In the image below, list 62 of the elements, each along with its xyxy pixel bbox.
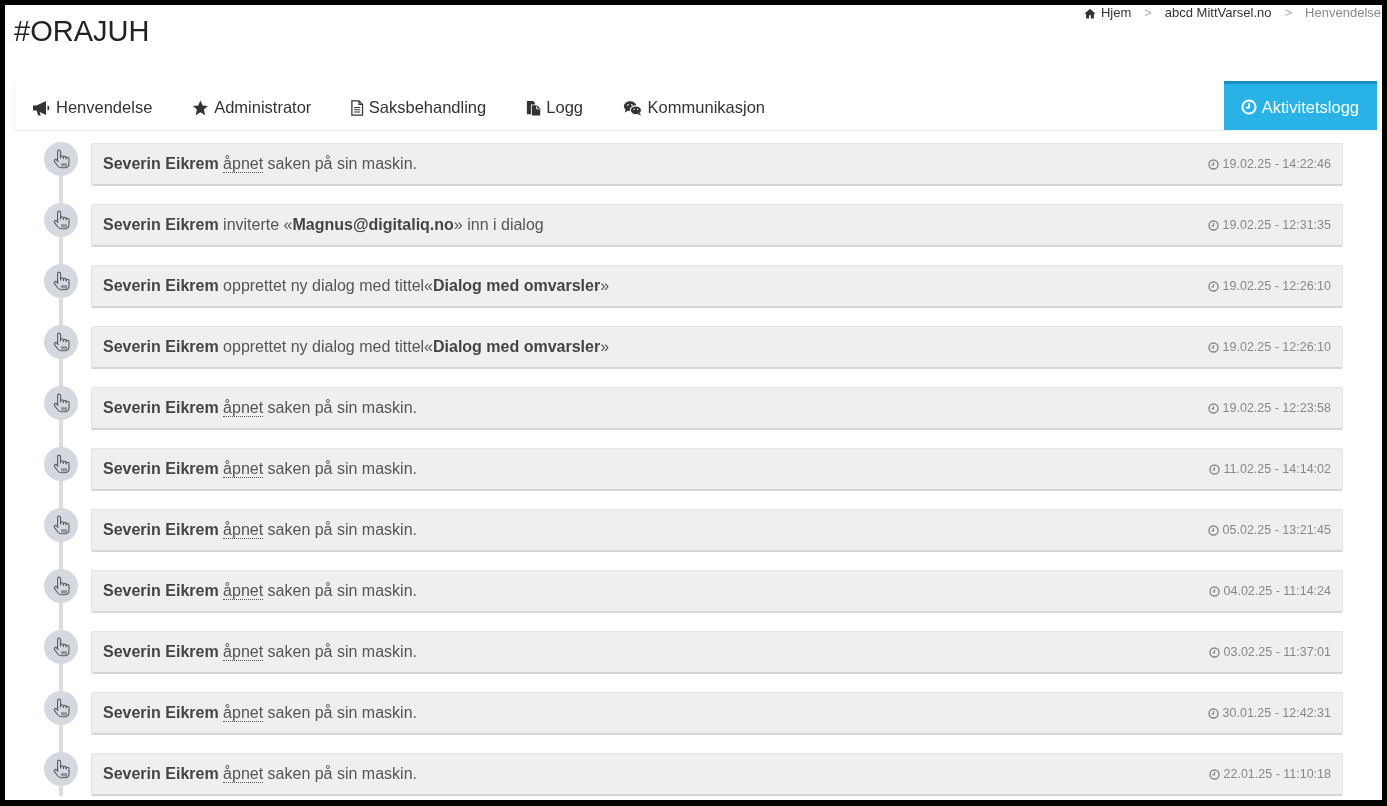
tab[interactable]: Henvendelse [15, 82, 173, 130]
tab[interactable]: Logg [509, 82, 604, 130]
hand-pointer-icon [44, 142, 78, 176]
clock-icon [1207, 707, 1219, 719]
timestamp: 19.02.25 - 12:26:10 [1222, 277, 1331, 295]
clock-icon [1207, 219, 1219, 231]
chat-bubbles-icon [623, 99, 643, 116]
hand-pointer-icon [44, 691, 78, 725]
activity-message: Severin Eikrem inviterte «Magnus@digitaliq.no» inn i dialog [103, 215, 544, 235]
hand-pointer-icon [44, 325, 78, 359]
timestamp: 03.02.25 - 11:37:01 [1223, 643, 1331, 661]
clock-icon [1208, 585, 1220, 597]
timestamp: 19.02.25 - 12:31:35 [1222, 216, 1331, 234]
activity-message: Severin Eikrem åpnet saken på sin maskin. [103, 581, 417, 602]
activity-message: Severin Eikrem åpnet saken på sin maskin. [103, 520, 417, 541]
tab[interactable]: Kommunikasjon [606, 82, 785, 130]
activity-message: Severin Eikrem åpnet saken på sin maskin. [103, 398, 417, 419]
tab[interactable]: Administrator [175, 82, 332, 130]
activity-message: Severin Eikrem åpnet saken på sin maskin. [103, 764, 417, 785]
megaphone-icon [32, 99, 51, 116]
tab[interactable]: Saksbehandling [334, 82, 507, 130]
timestamp: 11.02.25 - 14:14:02 [1223, 460, 1331, 478]
clock-icon [1240, 99, 1257, 115]
clock-icon [1208, 768, 1220, 780]
clock-icon [1207, 524, 1219, 536]
hand-pointer-icon [44, 752, 78, 786]
document-icon [351, 99, 364, 116]
timestamp: 19.02.25 - 12:23:58 [1222, 399, 1331, 417]
star-icon [192, 99, 210, 116]
timestamp: 19.02.25 - 12:26:10 [1222, 338, 1331, 356]
activity-message: Severin Eikrem opprettet ny dialog med tittel«Dialog med omvarsler» [103, 276, 610, 296]
timestamp: 04.02.25 - 11:14:24 [1223, 582, 1331, 600]
breadcrumb-separator: > [1144, 5, 1152, 21]
hand-pointer-icon [44, 508, 78, 542]
home-icon [1083, 7, 1096, 19]
hand-pointer-icon [44, 630, 78, 664]
timestamp: 30.01.25 - 12:42:31 [1222, 704, 1331, 722]
hand-pointer-icon [44, 203, 78, 237]
breadcrumb-current: Henvendelse [1305, 5, 1381, 21]
clock-icon [1208, 463, 1220, 475]
timestamp: 05.02.25 - 13:21:45 [1222, 521, 1331, 539]
documents-icon [526, 99, 542, 116]
activity-message: Severin Eikrem åpnet saken på sin maskin. [103, 642, 417, 663]
hand-pointer-icon [44, 569, 78, 603]
breadcrumb-link[interactable]: abcd MittVarsel.no [1164, 5, 1272, 21]
clock-icon [1207, 341, 1219, 353]
activity-message: Severin Eikrem åpnet saken på sin maskin. [103, 459, 417, 480]
clock-icon [1207, 158, 1219, 170]
activity-message: Severin Eikrem opprettet ny dialog med tittel«Dialog med omvarsler» [103, 337, 610, 357]
activity-message: Severin Eikrem åpnet saken på sin maskin. [103, 154, 417, 175]
hand-pointer-icon [44, 447, 78, 481]
page-title: #ORAJUH [13, 14, 150, 49]
activity-message: Severin Eikrem åpnet saken på sin maskin. [103, 703, 417, 724]
timestamp: 19.02.25 - 14:22:46 [1222, 155, 1331, 173]
breadcrumb-link[interactable]: Hjem [1100, 5, 1132, 21]
clock-icon [1207, 402, 1219, 414]
breadcrumb-separator: > [1284, 5, 1293, 21]
hand-pointer-icon [44, 264, 78, 298]
clock-icon [1207, 280, 1219, 292]
timestamp: 22.01.25 - 11:10:18 [1223, 765, 1331, 783]
clock-icon [1208, 646, 1220, 658]
hand-pointer-icon [44, 386, 78, 420]
